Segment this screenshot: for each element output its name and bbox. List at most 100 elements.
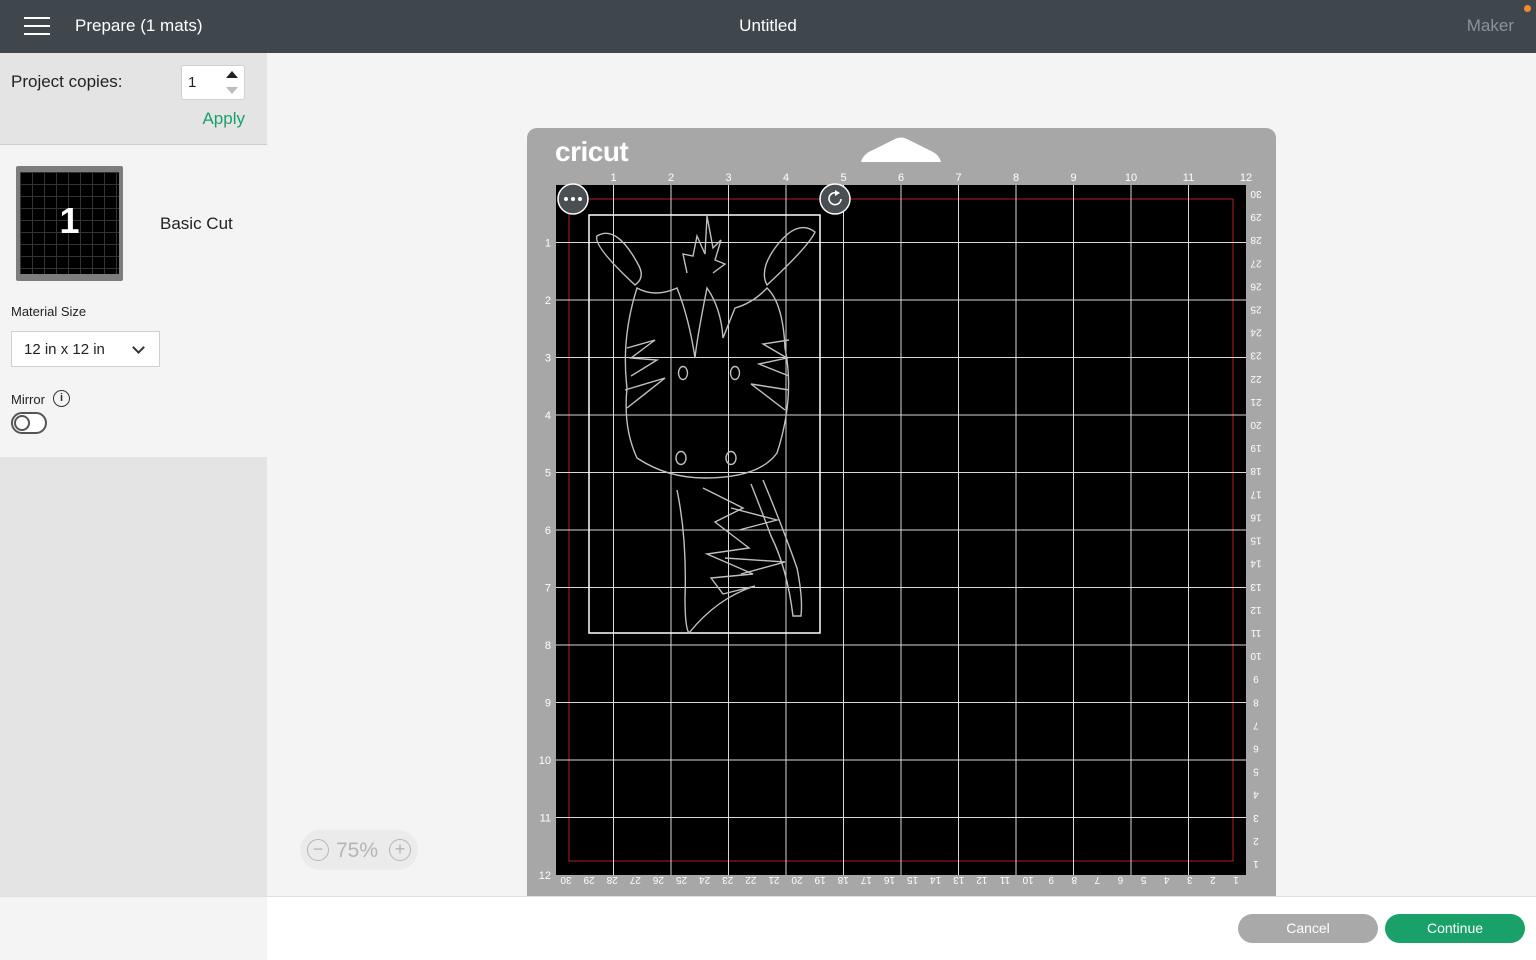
left-panel-filler bbox=[0, 457, 267, 896]
more-options-dot bbox=[578, 197, 582, 201]
ruler-bottom-label: 8 bbox=[1071, 874, 1077, 885]
ruler-bottom-label: 30 bbox=[560, 874, 572, 885]
ruler-bottom-label: 11 bbox=[999, 874, 1010, 885]
ruler-right-label: 12 bbox=[1250, 604, 1262, 615]
ruler-bottom-label: 5 bbox=[1140, 874, 1146, 885]
project-copies-value[interactable]: 1 bbox=[188, 74, 196, 91]
material-size-label: Material Size bbox=[11, 304, 87, 319]
ruler-top-label: 8 bbox=[1013, 172, 1019, 184]
decrement-arrow-icon[interactable] bbox=[226, 87, 238, 94]
mat-number: 1 bbox=[59, 200, 80, 241]
ruler-top-label: 5 bbox=[840, 172, 846, 184]
ruler-right-label: 20 bbox=[1250, 419, 1262, 430]
ruler-right-label: 29 bbox=[1250, 211, 1262, 222]
ruler-bottom-label: 14 bbox=[930, 874, 942, 885]
chevron-down-icon bbox=[132, 341, 145, 354]
cutting-mat: cricut 1 2 3 4 5 6 7 8 9 10 11 12 1 2 3 4 5 6 7 8 9 10 11 12 30 2… bbox=[527, 128, 1276, 896]
ruler-right-label: 13 bbox=[1250, 581, 1262, 592]
ruler-right-label: 3 bbox=[1253, 812, 1259, 823]
ruler-right-label: 11 bbox=[1250, 627, 1261, 638]
ruler-left-label: 9 bbox=[545, 698, 551, 710]
ruler-right-label: 25 bbox=[1250, 304, 1262, 315]
ruler-right-label: 24 bbox=[1250, 327, 1262, 338]
ruler-bottom-label: 16 bbox=[883, 874, 895, 885]
zoom-out-icon[interactable]: − bbox=[307, 839, 329, 861]
mat-grid[interactable]: 1 2 3 4 5 6 7 8 9 10 11 121234567891011123029282726… bbox=[527, 128, 1276, 896]
zoom-level: 75% bbox=[336, 839, 379, 862]
ruler-top-label: 4 bbox=[783, 172, 789, 184]
more-options-dot bbox=[564, 197, 568, 201]
rotate-icon bbox=[819, 183, 851, 215]
ruler-bottom-label: 15 bbox=[907, 874, 919, 885]
ruler-bottom-label: 10 bbox=[1022, 874, 1034, 885]
mirror-toggle[interactable] bbox=[11, 412, 47, 434]
ruler-right-label: 5 bbox=[1253, 766, 1259, 777]
ruler-bottom-label: 26 bbox=[652, 874, 664, 885]
material-size-value: 12 in x 12 in bbox=[24, 341, 105, 358]
ruler-bottom-label: 13 bbox=[953, 874, 965, 885]
ruler-left-label: 2 bbox=[545, 295, 551, 307]
ruler-left-label: 10 bbox=[539, 755, 551, 767]
ruler-left-label: 4 bbox=[545, 410, 551, 422]
ruler-right-label: 10 bbox=[1250, 650, 1262, 661]
ruler-bottom-label: 17 bbox=[860, 874, 872, 885]
ruler-bottom-label: 3 bbox=[1187, 874, 1193, 885]
ruler-right-label: 7 bbox=[1253, 719, 1259, 730]
zoom-in-icon[interactable]: + bbox=[389, 839, 411, 861]
ruler-bottom-label: 18 bbox=[837, 874, 849, 885]
ruler-left-label: 3 bbox=[545, 353, 551, 365]
footer-bar: Cancel Continue bbox=[0, 896, 1536, 960]
ruler-left-label: 5 bbox=[545, 468, 551, 480]
footer-left-area bbox=[0, 897, 267, 960]
ruler-top-label: 12 bbox=[1240, 172, 1252, 184]
material-size-select[interactable]: 12 in x 12 in bbox=[11, 331, 160, 367]
ruler-right-label: 16 bbox=[1250, 511, 1262, 522]
mat-name: Basic Cut bbox=[160, 214, 233, 233]
ruler-right-label: 23 bbox=[1250, 350, 1262, 361]
increment-arrow-icon[interactable] bbox=[226, 71, 238, 78]
ruler-right-label: 26 bbox=[1250, 280, 1262, 291]
apply-button[interactable]: Apply bbox=[202, 109, 245, 129]
ruler-right-label: 18 bbox=[1250, 465, 1262, 476]
document-title: Untitled bbox=[739, 16, 797, 35]
ruler-right-label: 4 bbox=[1253, 789, 1259, 800]
info-icon[interactable]: i bbox=[53, 390, 70, 407]
ruler-bottom-label: 6 bbox=[1117, 874, 1123, 885]
more-options-dot bbox=[571, 197, 575, 201]
ruler-right-label: 22 bbox=[1250, 373, 1262, 384]
ruler-right-label: 15 bbox=[1250, 535, 1262, 546]
top-bar: Prepare (1 mats) Untitled Maker bbox=[0, 0, 1536, 53]
cancel-button[interactable]: Cancel bbox=[1238, 914, 1378, 943]
ruler-left-label: 12 bbox=[539, 870, 551, 882]
ruler-bottom-label: 22 bbox=[745, 874, 757, 885]
ruler-left-label: 6 bbox=[545, 525, 551, 537]
ruler-top-label: 3 bbox=[725, 172, 731, 184]
ruler-right-label: 6 bbox=[1253, 742, 1259, 753]
ruler-right-label: 9 bbox=[1253, 673, 1259, 684]
ruler-right-label: 30 bbox=[1250, 188, 1262, 199]
ruler-right-label: 8 bbox=[1253, 696, 1259, 707]
ruler-top-label: 6 bbox=[898, 172, 904, 184]
ruler-left-label: 11 bbox=[540, 813, 551, 825]
machine-selector[interactable]: Maker bbox=[1467, 16, 1514, 36]
mat-thumbnail[interactable]: 1 bbox=[16, 166, 123, 281]
ruler-bottom-label: 28 bbox=[606, 874, 618, 885]
continue-button[interactable]: Continue bbox=[1385, 914, 1525, 943]
project-copies-input[interactable]: 1 bbox=[181, 65, 245, 100]
mat-settings-panel: 1 Basic Cut Material Size 12 in x 12 in … bbox=[0, 146, 267, 457]
ruler-bottom-label: 4 bbox=[1163, 874, 1169, 885]
ruler-bottom-label: 7 bbox=[1094, 874, 1100, 885]
page-title: Prepare (1 mats) bbox=[75, 16, 203, 35]
ruler-bottom-label: 23 bbox=[722, 874, 734, 885]
project-copies-label: Project copies: bbox=[11, 72, 123, 91]
ruler-right-label: 2 bbox=[1253, 835, 1259, 846]
ruler-bottom-label: 19 bbox=[814, 874, 826, 885]
ruler-top-label: 9 bbox=[1070, 172, 1076, 184]
notification-dot-icon bbox=[1524, 5, 1531, 12]
ruler-right-label: 17 bbox=[1250, 488, 1262, 499]
menu-icon[interactable] bbox=[24, 17, 50, 35]
ruler-right-label: 28 bbox=[1250, 234, 1262, 245]
ruler-bottom-label: 24 bbox=[699, 874, 711, 885]
ruler-top-label: 11 bbox=[1183, 172, 1194, 184]
mirror-label: Mirror bbox=[11, 392, 45, 407]
